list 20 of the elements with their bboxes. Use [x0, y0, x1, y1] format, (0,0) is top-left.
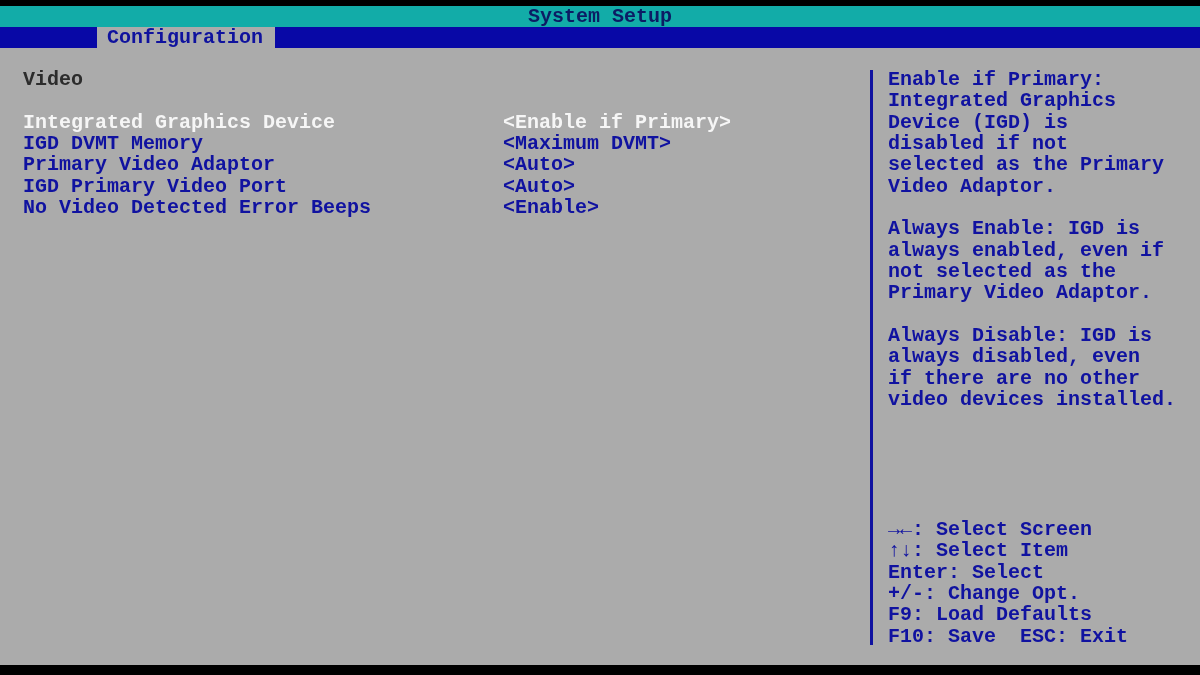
setting-value[interactable]: <Maximum DVMT> — [503, 133, 672, 155]
setting-label[interactable]: IGD Primary Video Port — [23, 175, 288, 197]
tab[interactable]: Configuration — [97, 27, 275, 48]
setting-value[interactable]: <Auto> — [503, 175, 575, 197]
window-title: System Setup — [528, 5, 672, 28]
section-title: Video — [23, 69, 83, 91]
setting-label[interactable]: Primary Video Adaptor — [23, 154, 276, 176]
help-text: Always Disable: IGD is always disabled, even if there are no other video devices installed. — [888, 324, 1177, 411]
setting-label[interactable]: IGD DVMT Memory — [23, 133, 204, 155]
key-hint: →←: Select Screen — [888, 519, 1093, 541]
setting-value[interactable]: <Auto> — [503, 154, 575, 176]
setting-value[interactable]: <Enable> — [503, 196, 599, 219]
key-hint: F9: Load Defaults — [888, 604, 1093, 626]
key-hint: F10: Save ESC: Exit — [888, 625, 1129, 647]
key-hint: +/-: Change Opt. — [888, 583, 1081, 605]
key-hint: Enter: Select — [888, 561, 1045, 583]
help-text: Always Enable: IGD is always enabled, even if not selected as the Primary Video Adaptor. — [888, 218, 1165, 304]
help-text: Enable if Primary: Integrated Graphics Device (IGD) is disabled if not selected as the Primary Video Adaptor. — [888, 69, 1165, 197]
key-hint: ↑↓: Select Item — [888, 540, 1069, 562]
setting-label[interactable]: No Video Detected Error Beeps — [23, 196, 372, 219]
